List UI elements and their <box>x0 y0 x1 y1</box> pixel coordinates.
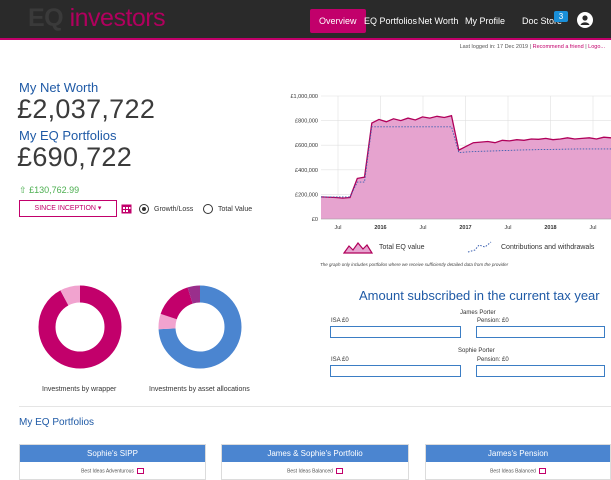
net-worth-value: £2,037,722 <box>17 94 156 124</box>
x-tick-label: Jul <box>419 225 426 231</box>
logout-link[interactable]: Logo... <box>588 44 605 50</box>
top-nav: EQ investors Overview EQ Portfolios Net … <box>0 0 611 40</box>
x-tick-label: 2017 <box>459 225 471 231</box>
portfolio-card-sophies-sipp[interactable]: Sophie's SIPP Best Ideas Adventurous <box>19 444 206 480</box>
james-isa-field[interactable] <box>330 326 461 338</box>
user-icon[interactable] <box>577 12 593 28</box>
x-tick-label: 2016 <box>374 225 386 231</box>
sophie-pension-field[interactable] <box>476 365 605 377</box>
calendar-icon[interactable] <box>121 203 132 214</box>
asset-allocation-donut-chart[interactable] <box>156 283 244 371</box>
total-eq-value-area <box>321 115 611 219</box>
total-eq-value-legend-icon <box>343 242 373 254</box>
portfolio-card-title[interactable]: Sophie's SIPP <box>20 445 205 462</box>
last-login-bar: Last logged in: 17 Dec 2019 | Recommend … <box>459 44 605 50</box>
external-link-icon[interactable] <box>538 468 546 474</box>
eq-investors-logo[interactable]: EQ investors <box>28 4 166 33</box>
x-tick-label: Jul <box>334 225 341 231</box>
gain-value: ⇧ £130,762.99 <box>19 185 80 195</box>
james-pension-label: Pension: £0 <box>477 318 509 324</box>
sophie-isa-field[interactable] <box>330 365 461 377</box>
sophie-porter-name: Sophie Porter <box>458 348 495 354</box>
y-tick-label: £400,000 <box>295 168 318 174</box>
portfolio-card-james-pension[interactable]: James's Pension Best Ideas Balanced <box>425 444 611 480</box>
portfolio-card-james-sophie[interactable]: James & Sophie's Portfolio Best Ideas Ba… <box>221 444 409 480</box>
y-tick-label: £200,000 <box>295 192 318 198</box>
total-value-label: Total Value <box>218 206 253 213</box>
chart-note: The graph only includes portfolios where… <box>320 262 509 267</box>
my-eq-portfolios-title: My EQ Portfolios <box>19 417 95 428</box>
james-porter-name: James Porter <box>460 310 496 316</box>
x-tick-label: Jul <box>504 225 511 231</box>
donut-slice[interactable] <box>38 285 122 369</box>
donut-asset-label: Investments by asset allocations <box>149 386 250 393</box>
y-tick-label: £600,000 <box>295 143 318 149</box>
james-pension-field[interactable] <box>476 326 605 338</box>
legend-total-eq-value: Total EQ value <box>379 244 425 251</box>
y-tick-label: £800,000 <box>295 119 318 125</box>
nav-net-worth[interactable]: Net Worth <box>418 11 458 31</box>
wrapper-donut-chart[interactable] <box>36 283 124 371</box>
nav-my-profile[interactable]: My Profile <box>465 11 505 31</box>
external-link-icon[interactable] <box>335 468 343 474</box>
external-link-icon[interactable] <box>136 468 144 474</box>
amount-subscribed-title: Amount subscribed in the current tax yea… <box>359 288 600 303</box>
up-arrow-icon: ⇧ <box>19 185 27 195</box>
portfolio-card-title[interactable]: James & Sophie's Portfolio <box>222 445 408 462</box>
recommend-friend-link[interactable]: Recommend a friend <box>533 44 584 50</box>
net-worth-label: My Net Worth <box>19 80 99 95</box>
portfolio-strategy: Best Ideas Balanced <box>222 468 408 474</box>
legend-contributions: Contributions and withdrawals <box>501 244 595 251</box>
y-tick-label: £0 <box>312 217 318 223</box>
donut-wrapper-label: Investments by wrapper <box>42 386 117 393</box>
doc-store-badge: 3 <box>554 11 568 22</box>
portfolio-strategy: Best Ideas Balanced <box>426 468 610 474</box>
eq-portfolios-label: My EQ Portfolios <box>19 128 117 143</box>
total-value-radio[interactable] <box>203 204 213 214</box>
contributions-legend-icon <box>467 241 492 253</box>
net-worth-area-chart[interactable]: £1,000,000 £800,000 £600,000 £400,000 £200,0… <box>272 84 611 244</box>
james-isa-label: ISA £0 <box>331 318 349 324</box>
growth-loss-radio[interactable] <box>139 204 149 214</box>
nav-overview[interactable]: Overview <box>310 9 366 33</box>
since-inception-dropdown[interactable]: SINCE INCEPTION ▾ <box>19 200 117 217</box>
x-tick-label: 2018 <box>544 225 556 231</box>
sophie-pension-label: Pension: £0 <box>477 357 509 363</box>
growth-loss-label: Growth/Loss <box>154 206 194 213</box>
eq-portfolios-value: £690,722 <box>17 142 133 172</box>
y-tick-label: £1,000,000 <box>290 94 318 100</box>
section-divider <box>19 406 611 407</box>
nav-eq-portfolios[interactable]: EQ Portfolios <box>364 11 417 31</box>
x-tick-label: Jul <box>589 225 596 231</box>
portfolio-strategy: Best Ideas Adventurous <box>20 468 205 474</box>
sophie-isa-label: ISA £0 <box>331 357 349 363</box>
portfolio-card-title[interactable]: James's Pension <box>426 445 610 462</box>
